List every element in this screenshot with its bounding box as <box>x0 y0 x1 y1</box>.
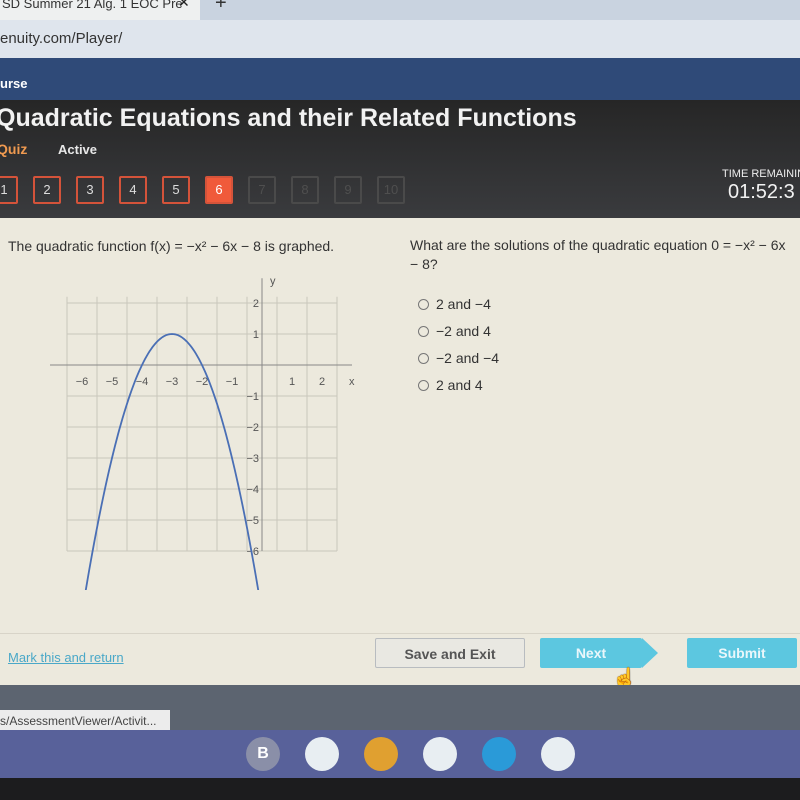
question-2-button[interactable]: 2 <box>33 176 61 204</box>
activity-type: Quiz <box>0 141 28 157</box>
save-and-exit-button[interactable]: Save and Exit <box>375 638 525 668</box>
y-tick-label: 1 <box>253 329 259 341</box>
status-url: s/AssessmentViewer/Activit... <box>0 710 170 732</box>
address-bar[interactable]: enuity.com/Player/ <box>0 20 800 58</box>
y-tick-label: −2 <box>246 422 259 434</box>
time-remaining-label: TIME REMAINING <box>722 168 800 180</box>
question-7-button: 7 <box>248 176 276 204</box>
browser-tab[interactable]: SD Summer 21 Alg. 1 EOC Pre <box>0 0 200 20</box>
new-tab-button[interactable]: + <box>215 0 227 15</box>
x-axis-label: x <box>349 376 355 388</box>
question-9-button: 9 <box>334 176 362 204</box>
answer-option-1[interactable]: 2 and −4 <box>418 296 491 312</box>
option-label: −2 and 4 <box>436 323 491 339</box>
radio-button[interactable] <box>418 379 429 391</box>
x-tick-label: −2 <box>196 376 209 388</box>
answer-option-3[interactable]: −2 and −4 <box>418 350 499 366</box>
question-4-button[interactable]: 4 <box>119 176 147 204</box>
answer-option-4[interactable]: 2 and 4 <box>418 377 483 393</box>
mark-and-return-link[interactable]: Mark this and return <box>8 650 124 665</box>
tab-title: SD Summer 21 Alg. 1 EOC Pre <box>2 0 183 11</box>
os-shelf <box>0 730 800 778</box>
answer-option-2[interactable]: −2 and 4 <box>418 323 491 339</box>
y-tick-label: −5 <box>246 515 259 527</box>
chrome-icon[interactable] <box>364 737 398 771</box>
option-label: 2 and 4 <box>436 377 483 393</box>
y-axis-label: y <box>270 275 276 287</box>
x-tick-label: −6 <box>76 376 89 388</box>
question-text: What are the solutions of the quadratic … <box>410 237 786 272</box>
course-breadcrumb[interactable]: urse <box>0 58 800 102</box>
app-icon[interactable] <box>305 737 339 771</box>
x-tick-label: −5 <box>106 376 119 388</box>
play-store-icon[interactable] <box>541 737 575 771</box>
y-tick-label: −4 <box>246 484 259 496</box>
option-label: 2 and −4 <box>436 296 491 312</box>
y-tick-label: 2 <box>253 298 259 310</box>
question-1-button[interactable]: 1 <box>0 176 18 204</box>
submit-button[interactable]: Submit <box>687 638 797 668</box>
y-tick-label: −1 <box>246 391 259 403</box>
next-button[interactable]: Next <box>540 638 642 668</box>
divider <box>0 633 800 634</box>
radio-button[interactable] <box>418 298 429 310</box>
x-tick-label: −4 <box>136 376 149 388</box>
x-tick-label: −1 <box>226 376 239 388</box>
parabola-graph: −6 −5 −4 −3 −2 −1 1 221−1−2−3−4−5−6xy <box>50 275 355 590</box>
activity-status: Active <box>58 142 98 157</box>
x-tick-label: 1 <box>289 376 295 388</box>
question-5-button[interactable]: 5 <box>162 176 190 204</box>
x-tick-label: −3 <box>166 376 179 388</box>
question-3-button[interactable]: 3 <box>76 176 104 204</box>
y-tick-label: −3 <box>246 453 259 465</box>
camera-icon[interactable] <box>482 737 516 771</box>
screen-bezel <box>0 778 800 800</box>
docs-icon[interactable] <box>423 737 457 771</box>
question-8-button: 8 <box>291 176 319 204</box>
parabola-curve <box>84 333 260 590</box>
page-title: Quadratic Equations and their Related Fu… <box>0 104 577 132</box>
close-tab-icon[interactable]: ✕ <box>178 0 190 11</box>
question-prompt: The quadratic function f(x) = −x² − 6x −… <box>8 238 335 254</box>
radio-button[interactable] <box>418 352 429 364</box>
next-arrow-shape[interactable] <box>642 638 658 668</box>
x-tick-label: 2 <box>319 376 325 388</box>
question-6-button[interactable]: 6 <box>205 176 233 204</box>
time-remaining-value: 01:52:3 <box>728 181 795 203</box>
question-10-button: 10 <box>377 176 405 204</box>
account-icon[interactable]: B <box>246 737 280 771</box>
radio-button[interactable] <box>418 325 429 337</box>
option-label: −2 and −4 <box>436 350 500 366</box>
